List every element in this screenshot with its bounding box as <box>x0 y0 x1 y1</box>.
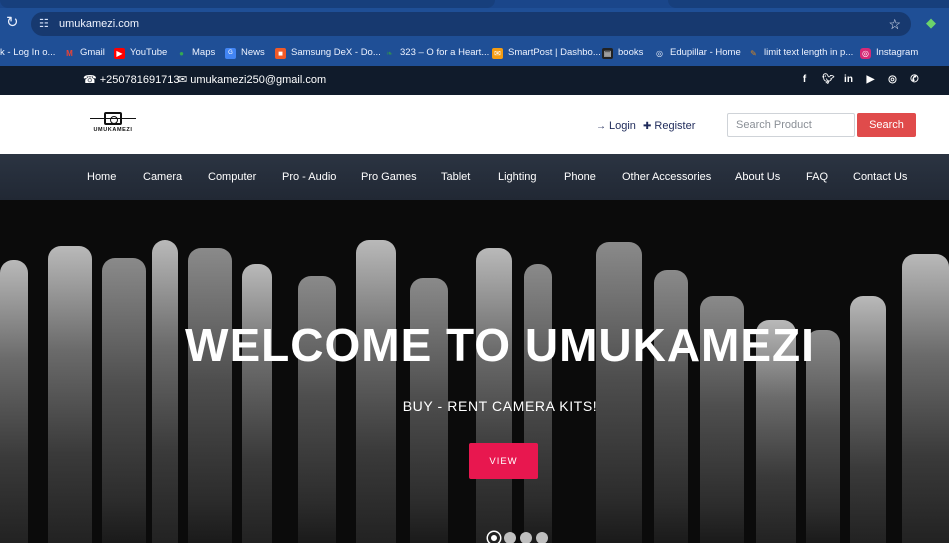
bookmark-item[interactable]: k - Log In o... <box>0 46 55 60</box>
carousel-dot-active[interactable] <box>488 532 500 543</box>
tab-inactive[interactable] <box>668 0 949 8</box>
hero-banner: WELCOME TO UMUKAMEZI BUY - RENT CAMERA K… <box>0 200 949 543</box>
globe-icon: ◎ <box>656 48 663 58</box>
linkedin-icon[interactable]: in <box>844 74 853 86</box>
youtube-icon: ▶ <box>114 47 125 59</box>
hero-image-strip <box>188 248 232 543</box>
hero-subtitle: BUY - RENT CAMERA KITS! <box>402 398 598 414</box>
tab-strip <box>0 0 949 8</box>
bookmark-item[interactable]: M Gmail <box>64 46 105 60</box>
bookmark-item[interactable]: ✉ SmartPost | Dashbo... <box>492 46 601 60</box>
address-bar[interactable]: ☷ umukamezi.com ☆ <box>31 12 911 36</box>
maps-icon: ● <box>179 48 184 58</box>
hero-image-strip <box>476 248 512 543</box>
hero-image-strip <box>48 246 92 543</box>
bookmarks-bar: k - Log In o... M Gmail ▶ YouTube ● Maps GN… <box>0 40 949 66</box>
site-logo[interactable]: UMUKAMEZI <box>90 112 136 138</box>
camera-icon <box>104 112 122 125</box>
site-header: UMUKAMEZI → Login ✚ Register Search <box>0 95 949 154</box>
carousel-dot[interactable] <box>504 532 516 543</box>
url-text[interactable]: umukamezi.com <box>59 16 139 32</box>
youtube-icon[interactable]: ▶ <box>866 74 875 86</box>
tab-active[interactable] <box>0 0 495 8</box>
bookmark-item[interactable]: ● Maps <box>176 46 215 60</box>
twitter-icon[interactable]: 🐦︎ <box>822 74 835 86</box>
nav-item-contact-us[interactable]: Contact Us <box>853 170 907 184</box>
contact-bar: ☎ +250781691713 ✉ umukamezi250@gmail.com f… <box>0 66 949 95</box>
nav-item-pro-games[interactable]: Pro Games <box>361 170 417 184</box>
carousel-indicators <box>488 532 548 543</box>
nav-item-pro-audio[interactable]: Pro - Audio <box>282 170 336 184</box>
bookmark-item[interactable]: ❧ 323 – O for a Heart... <box>384 46 489 60</box>
phone-icon: ☎ <box>83 74 97 86</box>
site-info-icon[interactable]: ☷ <box>39 16 53 32</box>
bookmark-item[interactable]: ◎ Instagram <box>860 46 918 60</box>
bookmark-item[interactable]: ◎ Edupillar - Home <box>654 46 741 60</box>
nav-item-about-us[interactable]: About Us <box>735 170 780 184</box>
envelope-icon: ✉ <box>178 74 188 86</box>
instagram-icon: ◎ <box>860 47 871 59</box>
search-input[interactable] <box>727 113 855 137</box>
nav-item-lighting[interactable]: Lighting <box>498 170 537 184</box>
nav-item-home[interactable]: Home <box>87 170 116 184</box>
news-icon: G <box>225 47 236 59</box>
hero-image-strip <box>596 242 642 543</box>
phone-contact[interactable]: ☎ +250781691713 <box>83 73 180 87</box>
books-icon: ▤ <box>602 47 613 59</box>
sign-in-icon: → <box>596 121 606 132</box>
search-button[interactable]: Search <box>857 113 916 137</box>
smartpost-icon: ✉ <box>492 47 503 59</box>
leaf-icon: ❧ <box>386 48 393 58</box>
reload-icon[interactable]: ↻ <box>6 15 22 31</box>
login-link[interactable]: → Login <box>596 119 636 134</box>
whatsapp-icon[interactable]: ✆ <box>910 74 919 86</box>
nav-item-camera[interactable]: Camera <box>143 170 182 184</box>
bookmark-item[interactable]: ▶ YouTube <box>114 46 167 60</box>
hero-title: WELCOME TO UMUKAMEZI <box>185 319 815 371</box>
register-link[interactable]: ✚ Register <box>643 119 695 134</box>
bookmark-item[interactable]: ▤ books <box>602 46 643 60</box>
hero-image-strip <box>356 240 396 543</box>
email-contact[interactable]: ✉ umukamezi250@gmail.com <box>178 73 326 87</box>
bookmark-item[interactable]: ✎ limit text length in p... <box>748 46 853 60</box>
carousel-dot[interactable] <box>536 532 548 543</box>
bookmark-item[interactable]: ■ Samsung DeX - Do... <box>275 46 381 60</box>
browser-toolbar: ↻ ☷ umukamezi.com ☆ ◆ <box>0 0 949 40</box>
nav-item-tablet[interactable]: Tablet <box>441 170 470 184</box>
nav-item-phone[interactable]: Phone <box>564 170 596 184</box>
facebook-icon[interactable]: f <box>800 74 809 86</box>
carousel-dot[interactable] <box>520 532 532 543</box>
social-links: f 🐦︎ in ▶ ◎ ✆ <box>800 74 919 86</box>
nav-item-computer[interactable]: Computer <box>208 170 256 184</box>
samsung-icon: ■ <box>275 47 286 59</box>
instagram-icon[interactable]: ◎ <box>888 74 897 86</box>
pen-icon: ✎ <box>750 48 757 58</box>
view-button[interactable]: VIEW <box>469 443 538 479</box>
gmail-icon: M <box>66 48 73 58</box>
nav-item-other-accessories[interactable]: Other Accessories <box>622 170 711 184</box>
extension-icon[interactable]: ◆ <box>926 15 942 31</box>
logo-text: UMUKAMEZI <box>93 127 133 133</box>
bookmark-item[interactable]: G News <box>225 46 265 60</box>
main-nav: Home Camera Computer Pro - Audio Pro Gam… <box>0 154 949 200</box>
bookmark-star-icon[interactable]: ☆ <box>888 15 901 33</box>
user-plus-icon: ✚ <box>643 121 652 132</box>
hero-image-strip <box>152 240 178 543</box>
nav-item-faq[interactable]: FAQ <box>806 170 828 184</box>
